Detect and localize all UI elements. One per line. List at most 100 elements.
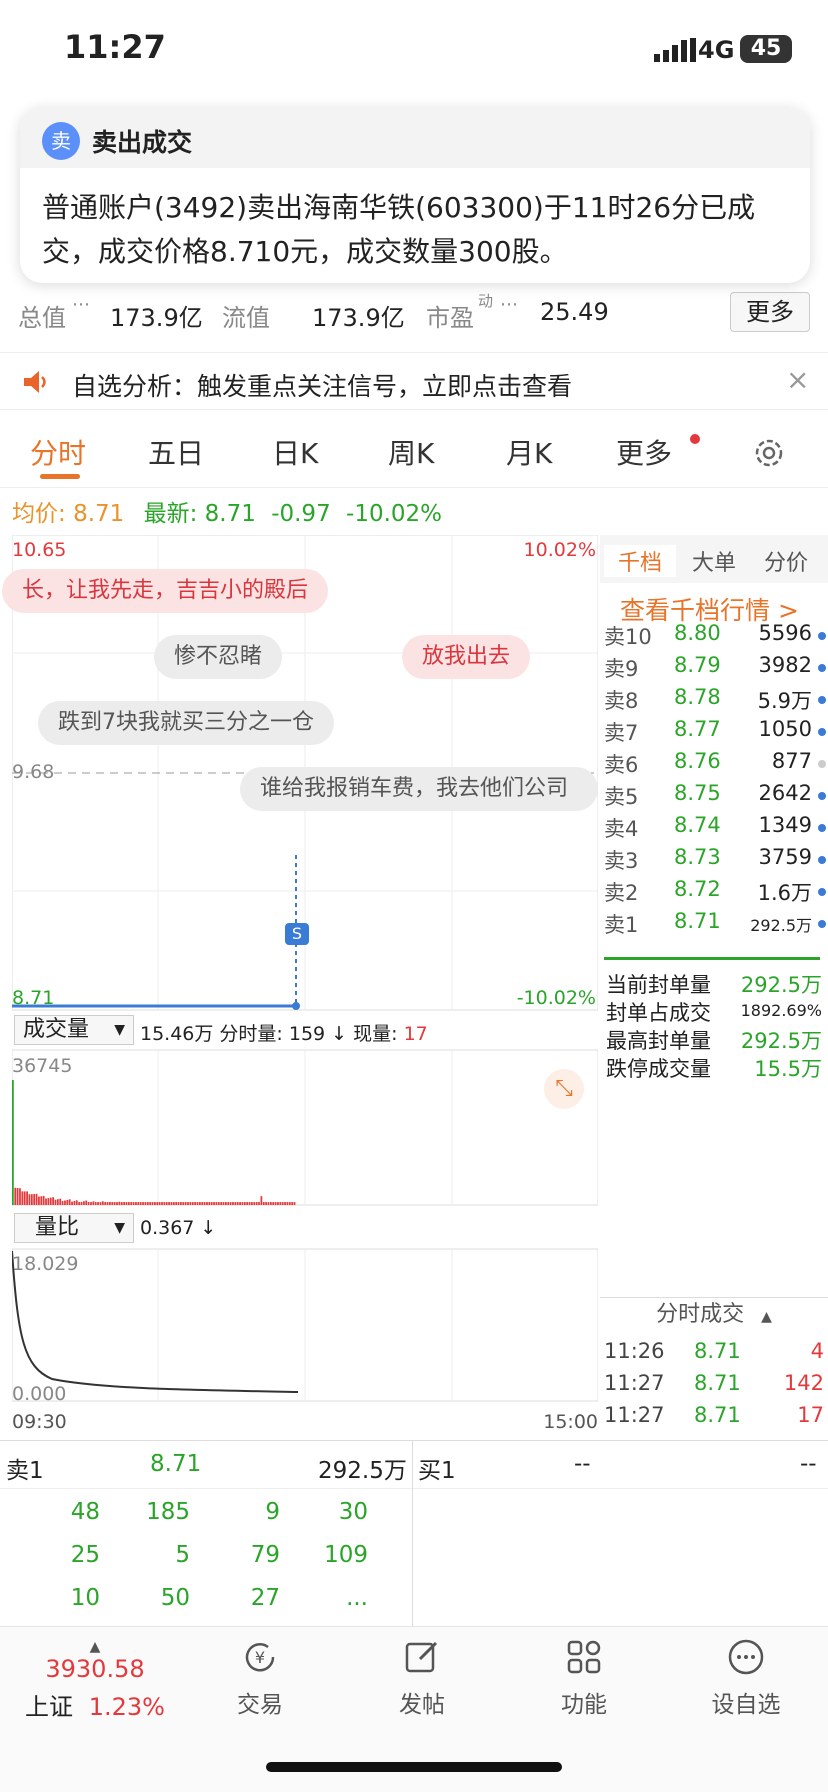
pe-sup: 动 [478, 292, 494, 310]
sell-icon: 卖 [42, 122, 80, 160]
info-icon[interactable]: ⋯ [500, 294, 518, 315]
comment-bubble[interactable]: 谁给我报销车费，我去他们公司 [240, 767, 598, 811]
nav-post-label: 发帖 [399, 1692, 445, 1718]
tab-monthly-k[interactable]: 月K [506, 432, 552, 472]
tab-price-distribution[interactable]: 分价 [764, 545, 808, 577]
tab-daily-k[interactable]: 日K [272, 432, 318, 472]
volume-now: 17 [403, 1023, 428, 1045]
volume-bar [284, 1202, 286, 1205]
volume-bar [38, 1196, 40, 1205]
buy1-price: -- [574, 1451, 591, 1477]
tab-large-orders[interactable]: 大单 [692, 545, 736, 577]
banner-text: 自选分析：触发重点关注信号，立即点击查看 [72, 372, 573, 401]
more-button[interactable]: 更多 [730, 292, 810, 332]
volume-bar [101, 1201, 104, 1205]
pe-label: 市盈 [426, 304, 474, 332]
volume-selector-label: 成交量 [23, 1017, 90, 1042]
comment-bubble[interactable]: 放我出去 [402, 635, 531, 679]
seal-stat-label: 封单占成交 [606, 1001, 711, 1025]
tick-trades-header[interactable]: 分时成交 ▲ [600, 1297, 828, 1331]
nav-trade[interactable]: ¥ 交易 [200, 1637, 320, 1719]
time-end-label: 15:00 [543, 1411, 598, 1433]
volume-bar [191, 1202, 194, 1205]
ask-row[interactable]: 卖10 8.80 5596 [604, 619, 826, 651]
index-widget[interactable]: ▲ 3930.58 上证 1.23% [20, 1639, 170, 1722]
volume-bar [151, 1202, 154, 1205]
tab-thousand-level[interactable]: 千档 [604, 545, 677, 577]
volume-bar [243, 1202, 246, 1205]
volume-bar [279, 1202, 282, 1205]
ratio-selector[interactable]: 量比 ▼ [14, 1213, 134, 1243]
ask-row[interactable]: 卖7 8.77 1050 [604, 715, 826, 747]
intraday-chart[interactable]: S 10.65 10.02% 9.68 8.71 -10.02% 长，让我先走，… [2, 535, 598, 1435]
sell1-volume: 292.5万 [318, 1458, 407, 1484]
volume-bar [269, 1202, 272, 1205]
volume-bar [19, 1188, 21, 1205]
volume-bar [75, 1200, 78, 1205]
volume-bar [217, 1202, 220, 1205]
volume-bar [220, 1202, 223, 1205]
ask-volume: 1.6万 [757, 881, 812, 905]
volume-bar [262, 1202, 265, 1205]
tab-intraday[interactable]: 分时 [30, 432, 86, 472]
queue-volume-cell: 79 [250, 1542, 280, 1568]
volume-bar [194, 1202, 196, 1205]
change: -0.97 [271, 501, 331, 527]
gear-icon[interactable] [752, 436, 786, 470]
comment-bubble[interactable]: 惨不忍睹 [154, 635, 283, 679]
volume-bar [203, 1202, 206, 1205]
stats-row: 总值 ⋯ 173.9亿 流值 173.9亿 市盈 动 ⋯ 25.49 更多 [0, 290, 828, 346]
analysis-banner[interactable]: 自选分析：触发重点关注信号，立即点击查看 × [0, 352, 828, 410]
ask-row[interactable]: 卖3 8.73 3759 [604, 843, 826, 875]
volume-bars [12, 1080, 296, 1205]
volume-bar [56, 1199, 59, 1205]
comment-bubble[interactable]: 长，让我先走，吉吉小的殿后 [2, 569, 329, 613]
volume-bar [156, 1202, 159, 1205]
ask-row[interactable]: 卖6 8.76 877 [604, 747, 826, 779]
volume-bar [52, 1197, 54, 1205]
network-type: 4G [698, 36, 735, 64]
tab-weekly-k[interactable]: 周K [388, 432, 434, 472]
volume-bar [184, 1202, 187, 1205]
volume-bar [198, 1202, 201, 1205]
volume-bar [64, 1200, 66, 1205]
nav-post[interactable]: 发帖 [362, 1637, 482, 1719]
info-icon[interactable]: ⋯ [72, 294, 90, 315]
tick-volume: 17 [797, 1403, 824, 1427]
ask-row[interactable]: 卖8 8.78 5.9万 [604, 683, 826, 715]
ask-price: 8.75 [674, 781, 721, 805]
volume-bar [30, 1194, 33, 1205]
tab-more[interactable]: 更多 [616, 432, 672, 472]
trade-notification[interactable]: 卖 卖出成交 普通账户(3492)卖出海南华铁(603300)于11时26分已成… [20, 108, 810, 283]
seal-stat-row: 跌停成交量 15.5万 [606, 1053, 822, 1085]
nav-add-watchlist[interactable]: 设自选 [686, 1637, 806, 1719]
ask-level-label: 卖6 [604, 753, 639, 777]
ask-row[interactable]: 卖4 8.74 1349 [604, 811, 826, 843]
ask-row[interactable]: 卖1 8.71 292.5万 [604, 907, 826, 939]
volume-bar [180, 1202, 182, 1205]
seal-stat-label: 跌停成交量 [606, 1057, 711, 1081]
float-value: 173.9亿 [312, 304, 405, 332]
ask-row[interactable]: 卖5 8.75 2642 [604, 779, 826, 811]
order-book-tabs: 千档 大单 分价 [600, 535, 828, 583]
volume-bar [49, 1197, 52, 1205]
volume-bar [16, 1188, 19, 1205]
bid-ask-summary: 卖1 8.71 292.5万 买1 -- -- 48 185 9 30 25 5 79 109… [0, 1440, 828, 1629]
ask-row[interactable]: 卖2 8.72 1.6万 [604, 875, 826, 907]
ask-row[interactable]: 卖9 8.79 3982 [604, 651, 826, 683]
home-indicator[interactable] [266, 1762, 562, 1772]
volume-selector[interactable]: 成交量 ▼ [14, 1015, 134, 1045]
expand-icon[interactable]: ⤡ [544, 1069, 584, 1109]
volume-bar [177, 1202, 180, 1205]
seal-stat-label: 当前封单量 [606, 973, 711, 997]
queue-volume-cell: 185 [146, 1499, 190, 1525]
volume-bar [222, 1202, 225, 1205]
nav-functions[interactable]: 功能 [524, 1637, 644, 1719]
tab-five-day[interactable]: 五日 [148, 432, 204, 472]
close-icon[interactable]: × [786, 363, 809, 396]
sell-marker[interactable]: S [285, 923, 309, 945]
volume-bar [274, 1202, 277, 1205]
queue-volume-cell: 25 [70, 1542, 100, 1568]
comment-bubble[interactable]: 跌到7块我就买三分之一仓 [38, 701, 334, 745]
volume-bar [42, 1195, 45, 1205]
